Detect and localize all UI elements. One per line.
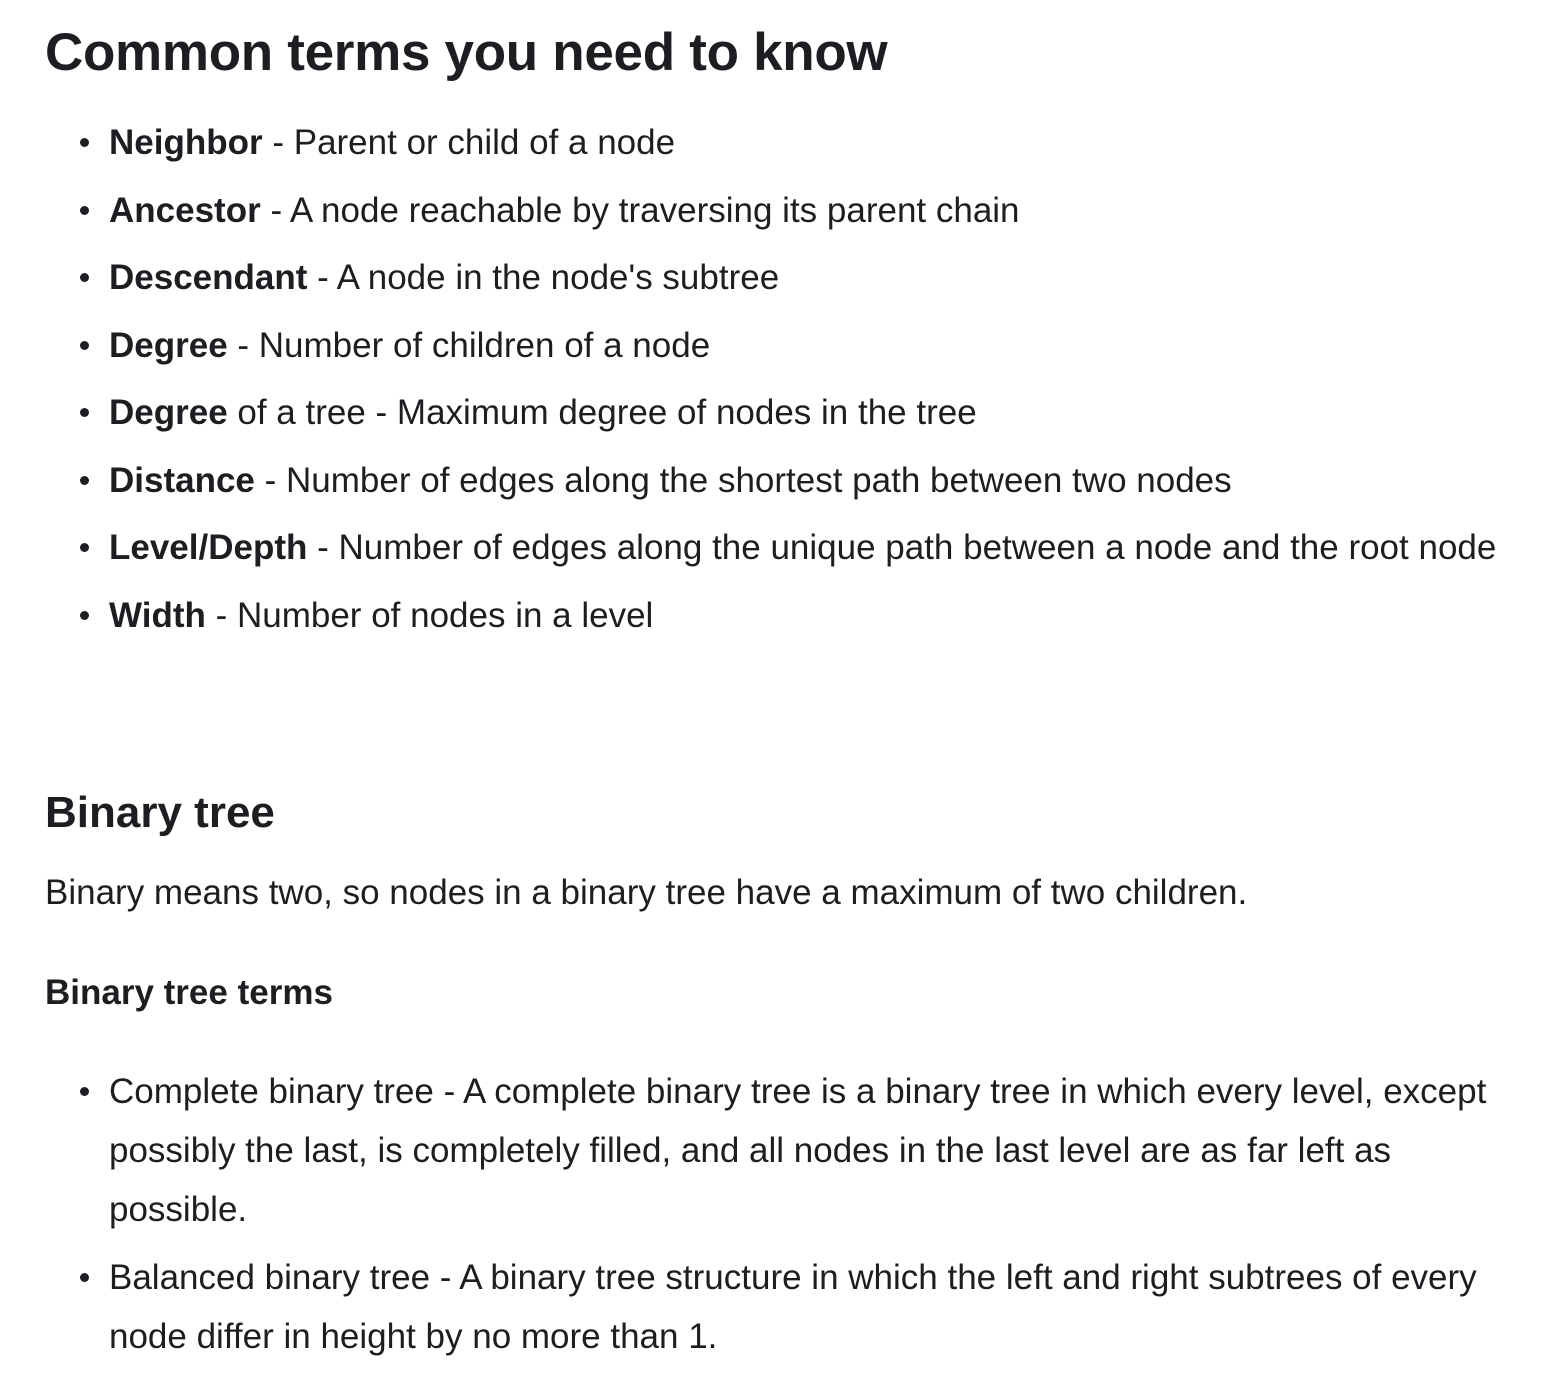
list-item: Descendant - A node in the node's subtre…	[45, 248, 1512, 307]
bullet-icon	[80, 205, 89, 215]
term-definition: A node in the node's subtree	[336, 258, 780, 297]
term-definition: Number of nodes in a level	[236, 595, 654, 635]
bullet-icon	[80, 408, 89, 417]
term-name: Width	[109, 595, 206, 635]
section-heading: Common terms you need to know	[45, 23, 888, 82]
term-definition: Number of edges along the shortest path …	[286, 460, 1232, 500]
list-item: Complete binary tree - A complete binary…	[45, 1062, 1512, 1239]
list-item-text: Balanced binary tree - A binary tree str…	[109, 1257, 1477, 1356]
term-separator: -	[260, 190, 290, 230]
bullet-icon	[80, 1272, 89, 1282]
term-name: Distance	[109, 460, 255, 500]
term-name: Descendant	[109, 258, 308, 297]
bullet-icon	[80, 475, 89, 485]
term-separator: -	[205, 595, 237, 635]
list-item: Balanced binary tree - A binary tree str…	[45, 1248, 1512, 1366]
common-terms-list: Neighbor - Parent or child of a node Anc…	[45, 113, 1512, 653]
term-separator: -	[262, 123, 294, 162]
term-name: Neighbor	[109, 123, 263, 162]
list-item: Distance - Number of edges along the sho…	[45, 451, 1512, 510]
list-item: Degree of a tree - Maximum degree of nod…	[45, 383, 1512, 442]
bullet-icon	[80, 1087, 89, 1096]
binary-tree-terms-heading: Binary tree terms	[45, 973, 333, 1012]
term-separator: -	[227, 325, 259, 365]
list-item-text: Complete binary tree - A complete binary…	[109, 1072, 1487, 1229]
bullet-icon	[80, 340, 89, 350]
term-name: Degree	[109, 325, 228, 365]
term-definition: Parent or child of a node	[293, 123, 676, 162]
term-name: Degree	[109, 393, 228, 432]
term-definition: A node reachable by traversing its paren…	[289, 190, 1020, 230]
term-name: Ancestor	[109, 190, 261, 230]
term-definition: Number of children of a node	[258, 325, 711, 365]
bullet-icon	[80, 273, 89, 282]
term-name: Level/Depth	[109, 528, 308, 567]
binary-tree-heading: Binary tree	[45, 788, 275, 837]
list-item: Neighbor - Parent or child of a node	[45, 113, 1512, 172]
term-separator: -	[307, 258, 337, 297]
list-item: Ancestor - A node reachable by traversin…	[45, 181, 1512, 240]
bullet-icon	[80, 543, 89, 552]
document-page: Common terms you need to know Neighbor -…	[0, 0, 1558, 1362]
bullet-icon	[80, 138, 89, 147]
term-definition: Number of edges along the unique path be…	[338, 528, 1497, 567]
term-separator: of a tree -	[227, 393, 397, 432]
list-item: Level/Depth - Number of edges along the …	[45, 518, 1512, 577]
bullet-icon	[80, 610, 89, 620]
term-separator: -	[254, 460, 287, 500]
term-separator: -	[307, 528, 339, 567]
list-item: Width - Number of nodes in a level	[45, 586, 1512, 645]
term-definition: Maximum degree of nodes in the tree	[396, 393, 977, 432]
binary-tree-intro: Binary means two, so nodes in a binary t…	[45, 873, 1248, 912]
list-item: Degree - Number of children of a node	[45, 316, 1512, 375]
binary-tree-terms-list: Complete binary tree - A complete binary…	[45, 1062, 1512, 1374]
